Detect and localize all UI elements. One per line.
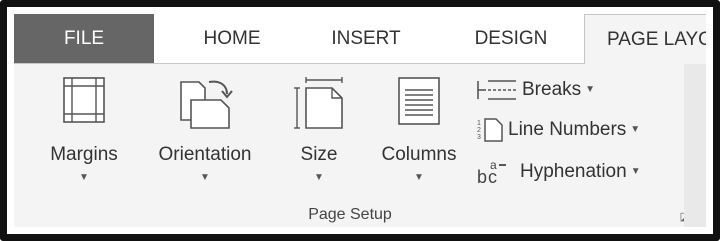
svg-text:1: 1: [477, 120, 481, 127]
line-numbers-dropdown-icon: ▼: [630, 124, 641, 135]
margins-dropdown-icon: ▼: [79, 172, 89, 183]
tab-insert[interactable]: INSERT: [306, 14, 426, 64]
columns-icon: [398, 77, 440, 125]
ribbon-container: FILE HOME INSERT DESIGN PAGE LAYO Margin…: [14, 14, 706, 227]
size-label: Size: [300, 144, 338, 165]
tab-file[interactable]: FILE: [14, 14, 154, 64]
svg-text:b: b: [477, 167, 487, 186]
ribbon-right-edge: [684, 64, 706, 227]
orientation-label: Orientation: [158, 144, 252, 165]
line-numbers-label: Line Numbers: [508, 119, 627, 141]
orientation-icon: [180, 80, 233, 129]
columns-dropdown-icon: ▼: [414, 172, 424, 183]
hyphenation-icon: b c a: [477, 158, 506, 186]
ribbon-tab-strip: FILE HOME INSERT DESIGN PAGE LAYO: [14, 14, 706, 65]
orientation-button[interactable]: Orientation ▼: [142, 64, 268, 214]
size-button[interactable]: Size ▼: [284, 64, 354, 214]
tab-page-layout[interactable]: PAGE LAYO: [584, 14, 706, 65]
breaks-icon: [477, 80, 516, 100]
hyphenation-button[interactable]: b c a Hyphenation ▼: [476, 154, 641, 190]
svg-text:3: 3: [477, 134, 481, 141]
breaks-button[interactable]: Breaks ▼: [476, 72, 595, 108]
ribbon-window-frame: FILE HOME INSERT DESIGN PAGE LAYO Margin…: [0, 0, 720, 241]
columns-label: Columns: [381, 144, 457, 165]
page-setup-ribbon: Margins ▼ Orientation ▼ Size ▼ Columns ▼…: [14, 64, 706, 227]
margins-label: Margins: [50, 144, 118, 165]
hyphenation-dropdown-icon: ▼: [630, 166, 641, 177]
size-dropdown-icon: ▼: [314, 172, 324, 183]
columns-button[interactable]: Columns ▼: [369, 64, 469, 214]
tab-home[interactable]: HOME: [172, 14, 292, 64]
orientation-dropdown-icon: ▼: [200, 172, 210, 183]
tab-design[interactable]: DESIGN: [446, 14, 576, 64]
svg-text:2: 2: [477, 127, 481, 134]
margins-button[interactable]: Margins ▼: [34, 64, 134, 214]
hyphenation-label: Hyphenation: [520, 161, 627, 183]
breaks-label: Breaks: [522, 79, 582, 101]
line-numbers-button[interactable]: 1 2 3 Line Numbers ▼: [476, 112, 640, 148]
svg-text:a: a: [490, 158, 497, 172]
breaks-dropdown-icon: ▼: [585, 84, 596, 95]
page-setup-group-label: Page Setup: [308, 206, 392, 223]
size-icon: [294, 77, 343, 129]
line-numbers-icon: 1 2 3: [477, 118, 503, 142]
margins-icon: [63, 77, 105, 123]
